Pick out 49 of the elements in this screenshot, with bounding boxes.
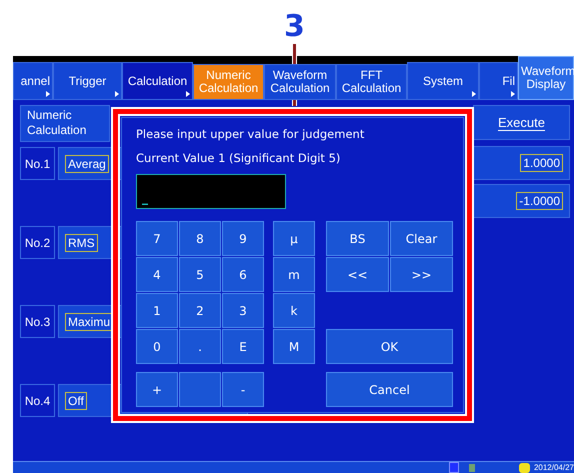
status-icon — [518, 462, 530, 472]
current-value-text: Current Value 1 (Significant Digit 5) — [136, 150, 342, 166]
value-field[interactable]: -1.0000 — [473, 184, 570, 218]
display-tab[interactable]: Waveform Display — [518, 56, 574, 100]
input-field[interactable]: _ — [136, 174, 286, 209]
row-label: No.4 — [20, 384, 55, 417]
keypad-key[interactable]: m — [273, 257, 315, 292]
keypad-key[interactable]: µ — [273, 221, 315, 256]
tab[interactable]: Fil — [479, 62, 518, 100]
action-key[interactable]: >> — [390, 257, 453, 292]
action-key[interactable]: << — [326, 257, 389, 292]
action-key[interactable]: BS — [326, 221, 389, 256]
keypad-key[interactable]: + — [136, 372, 178, 407]
keypad-key[interactable]: 4 — [136, 257, 178, 292]
tab[interactable]: Calculation — [122, 62, 193, 100]
keypad-key[interactable]: 5 — [179, 257, 221, 292]
keypad-key[interactable]: - — [222, 372, 264, 407]
tab[interactable]: System — [407, 62, 479, 100]
keypad-key[interactable]: 1 — [136, 293, 178, 328]
date-text: 2012/04/27 — [534, 464, 574, 472]
tab[interactable]: Trigger — [53, 62, 122, 100]
section-header: Numeric Calculation — [20, 105, 110, 142]
row-label: No.3 — [20, 305, 55, 338]
keypad-key[interactable]: 6 — [222, 257, 264, 292]
action-key[interactable]: OK — [326, 329, 453, 364]
blank-key[interactable] — [179, 372, 221, 407]
keypad-key[interactable]: E — [222, 329, 264, 364]
keypad-key[interactable]: 8 — [179, 221, 221, 256]
keypad-key[interactable]: 2 — [179, 293, 221, 328]
keypad-key[interactable]: 9 — [222, 221, 264, 256]
device-icon — [469, 464, 475, 472]
tab[interactable]: annel — [13, 62, 53, 100]
subtab[interactable]: Waveform Calculation — [264, 64, 336, 100]
keypad-key[interactable]: k — [273, 293, 315, 328]
keypad-key[interactable]: 7 — [136, 221, 178, 256]
dialog-prompt: Please input upper value for judgement — [136, 126, 366, 142]
action-key[interactable]: Cancel — [326, 372, 453, 407]
subtab[interactable]: FFT Calculation — [336, 64, 407, 100]
sd-card-icon — [449, 462, 460, 473]
keypad-key[interactable]: . — [179, 329, 221, 364]
keypad-key[interactable]: 0 — [136, 329, 178, 364]
keypad-key[interactable]: M — [273, 329, 315, 364]
row-label: No.2 — [20, 226, 55, 259]
action-key[interactable]: Clear — [390, 221, 453, 256]
value-field[interactable]: 1.0000 — [473, 146, 570, 180]
execute-button[interactable]: Execute — [473, 105, 570, 140]
callout-number: 3 — [284, 12, 305, 42]
row-label: No.1 — [20, 147, 55, 180]
keypad-key[interactable]: 3 — [222, 293, 264, 328]
